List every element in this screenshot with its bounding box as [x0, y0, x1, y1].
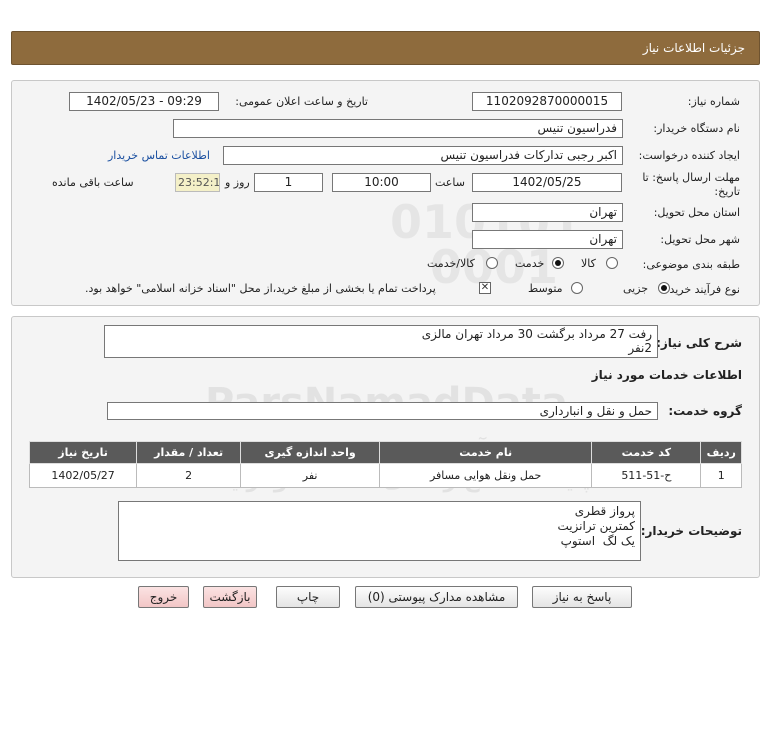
buyer-notes-label: توضیحات خریدار: — [640, 524, 742, 538]
category-option-service: خدمت — [515, 257, 545, 270]
category-radio-goods-service[interactable] — [486, 257, 498, 269]
page-header: جزئیات اطلاعات نیاز — [11, 31, 760, 65]
deadline-time-field: 10:00 — [332, 173, 431, 192]
exit-button[interactable]: خروج — [138, 586, 189, 608]
requester-label: ایجاد کننده درخواست: — [638, 149, 740, 162]
buyer-org-label: نام دستگاه خریدار: — [653, 122, 740, 135]
buyer-notes-field: پرواز قطری کمترین ترانزیت یک لگ استوپ — [118, 501, 641, 561]
purchase-radio-minor[interactable] — [658, 282, 670, 294]
category-label: طبقه بندی موضوعی: — [642, 258, 740, 271]
col-unit: واحد اندازه گیری — [240, 441, 381, 464]
table-header-row: ردیف کد خدمت نام خدمت واحد اندازه گیری ت… — [28, 441, 742, 464]
category-radio-service[interactable] — [552, 257, 564, 269]
need-number-field: 1102092870000015 — [472, 92, 622, 111]
need-number-label: شماره نیاز: — [687, 95, 740, 108]
table-row: 1 ح-51-511 حمل ونقل هوایی مسافر نفر 2 14… — [28, 463, 742, 488]
service-group-field: حمل و نقل و انبارداری — [107, 402, 658, 420]
cell-service-name: حمل ونقل هوایی مسافر — [379, 463, 593, 488]
view-attachments-button[interactable]: مشاهده مدارک پیوستی (0) — [355, 586, 518, 608]
cell-service-code: ح-51-511 — [591, 463, 702, 488]
purchase-option-minor: جزیی — [623, 282, 649, 295]
page-title: جزئیات اطلاعات نیاز — [642, 41, 745, 55]
remaining-time-field: 23:52:17 — [175, 173, 220, 192]
buyer-org-field: فدراسیون تنیس — [173, 119, 623, 138]
category-option-goods-service: کالا/خدمت — [427, 257, 475, 270]
announce-date-field: 1402/05/23 - 09:29 — [69, 92, 219, 111]
services-section-title: اطلاعات خدمات مورد نیاز — [591, 368, 742, 382]
services-table: ردیف کد خدمت نام خدمت واحد اندازه گیری ت… — [28, 441, 742, 488]
category-option-goods: کالا — [581, 257, 596, 270]
col-row-number: ردیف — [700, 441, 742, 464]
purchase-radio-medium[interactable] — [571, 282, 583, 294]
province-label: استان محل تحویل: — [653, 206, 740, 219]
cell-need-date: 1402/05/27 — [28, 463, 138, 488]
purchase-option-medium: متوسط — [528, 282, 563, 295]
city-field: تهران — [472, 230, 623, 249]
buyer-notes-line-1: پرواز قطری — [574, 504, 635, 518]
treasury-payment-checkbox[interactable]: ✕ — [479, 282, 491, 294]
col-quantity: تعداد / مقدار — [136, 441, 242, 464]
days-label: روز و — [225, 176, 250, 189]
treasury-payment-note: پرداخت تمام یا بخشی از مبلغ خرید،از محل … — [85, 282, 436, 295]
buyer-contact-link[interactable]: اطلاعات تماس خریدار — [108, 149, 210, 162]
cell-unit: نفر — [240, 463, 381, 488]
days-remaining-field: 1 — [254, 173, 323, 192]
description-line-2: 2نفر — [628, 341, 652, 355]
cell-row-number: 1 — [700, 463, 742, 488]
deadline-time-label: ساعت — [435, 176, 465, 189]
announce-date-label: تاریخ و ساعت اعلان عمومی: — [235, 95, 368, 108]
purchase-type-label: نوع فرآیند خرید : — [662, 283, 740, 296]
back-button[interactable]: بازگشت — [203, 586, 257, 608]
cell-quantity: 2 — [136, 463, 242, 488]
deadline-label-date: تاریخ: — [714, 185, 740, 198]
city-label: شهر محل تحویل: — [660, 233, 740, 246]
remaining-time-label: ساعت باقی مانده — [52, 176, 134, 189]
deadline-label: مهلت ارسال پاسخ: تا — [642, 171, 740, 184]
print-button[interactable]: چاپ — [276, 586, 340, 608]
description-field: رفت 27 مرداد برگشت 30 مرداد تهران مالزی … — [104, 325, 658, 358]
reply-button[interactable]: پاسخ به نیاز — [532, 586, 632, 608]
service-group-label: گروه خدمت: — [668, 404, 742, 418]
buyer-notes-line-2: کمترین ترانزیت — [557, 519, 635, 533]
col-service-code: کد خدمت — [591, 441, 702, 464]
category-radio-goods[interactable] — [606, 257, 618, 269]
province-field: تهران — [472, 203, 623, 222]
requester-field: اکبر رجبی تدارکات فدراسیون تنیس — [223, 146, 623, 165]
col-need-date: تاریخ نیاز — [28, 441, 138, 464]
col-service-name: نام خدمت — [379, 441, 593, 464]
description-line-1: رفت 27 مرداد برگشت 30 مرداد تهران مالزی — [421, 327, 652, 341]
need-info-panel — [11, 80, 760, 306]
buyer-notes-line-3: یک لگ استوپ — [560, 534, 635, 548]
description-label: شرح کلی نیاز: — [656, 336, 742, 350]
deadline-date-field: 1402/05/25 — [472, 173, 622, 192]
